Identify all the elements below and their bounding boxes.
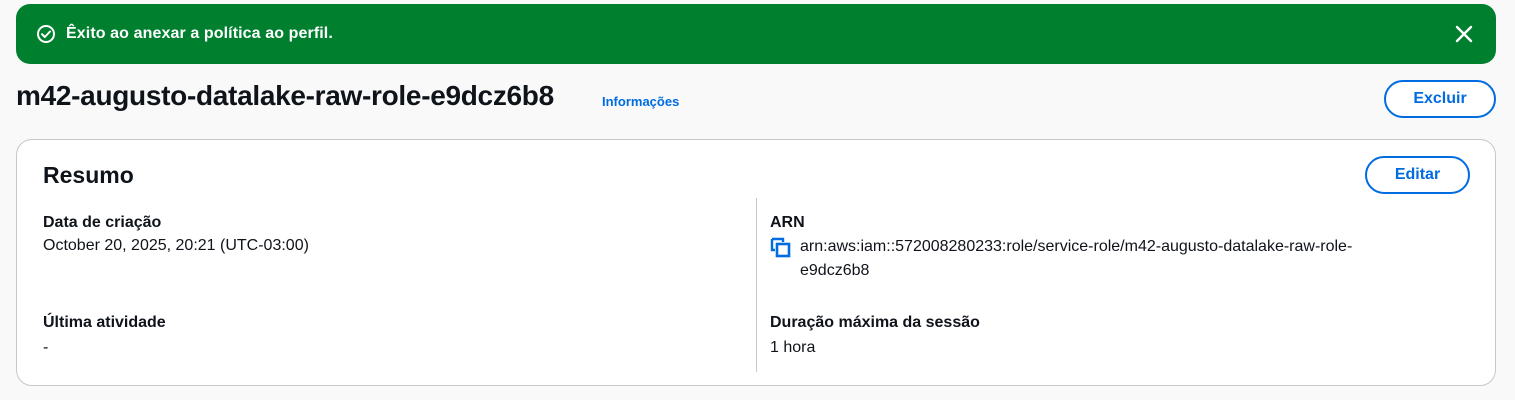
delete-button[interactable]: Excluir <box>1384 80 1496 118</box>
info-link[interactable]: Informações <box>602 94 679 109</box>
last-activity-label: Última atividade <box>43 314 166 331</box>
created-date-label: Data de criação <box>43 214 162 231</box>
flash-message: Êxito ao anexar a política ao perfil. <box>66 25 333 42</box>
page-header: m42-augusto-datalake-raw-role-e9dcz6b8 I… <box>16 78 1496 122</box>
last-activity-value: - <box>43 339 49 356</box>
max-session-label: Duração máxima da sessão <box>770 314 980 331</box>
max-session-value: 1 hora <box>770 339 816 356</box>
column-divider <box>756 198 757 372</box>
created-date-value: October 20, 2025, 20:21 (UTC-03:00) <box>43 237 309 254</box>
success-flash-banner: Êxito ao anexar a política ao perfil. <box>16 4 1496 64</box>
arn-text-line1: arn:aws:iam::572008280233:role/service-r… <box>800 238 1353 255</box>
copy-icon[interactable] <box>770 237 792 259</box>
page-title: m42-augusto-datalake-raw-role-e9dcz6b8 <box>16 80 554 111</box>
close-icon[interactable] <box>1452 22 1476 46</box>
summary-card: Resumo Editar Data de criação October 20… <box>16 139 1496 386</box>
check-circle-icon <box>36 24 56 44</box>
edit-button[interactable]: Editar <box>1365 156 1470 194</box>
summary-title: Resumo <box>43 162 134 188</box>
arn-text-line2: e9dcz6b8 <box>800 262 870 279</box>
arn-value: arn:aws:iam::572008280233:role/service-r… <box>770 235 1470 283</box>
arn-text: arn:aws:iam::572008280233:role/service-r… <box>800 235 1470 283</box>
arn-label: ARN <box>770 214 805 231</box>
